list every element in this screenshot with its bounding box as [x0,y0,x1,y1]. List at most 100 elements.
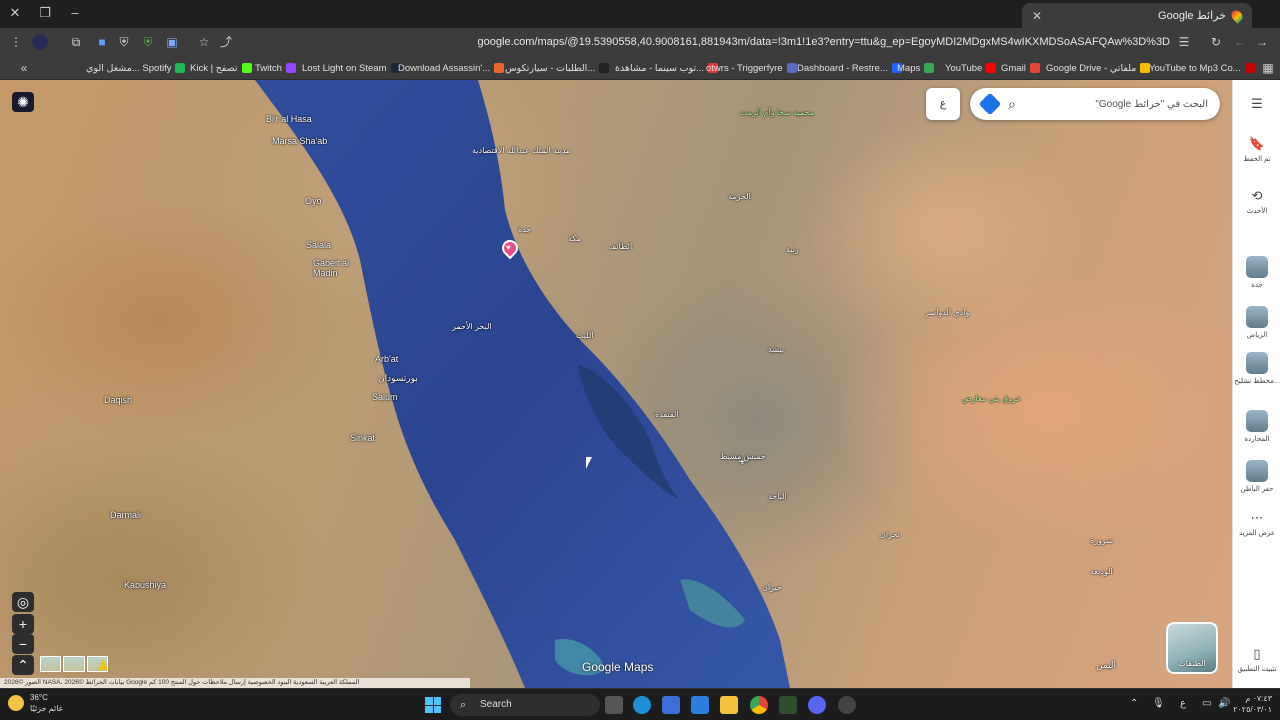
zoom-out-button[interactable]: − [12,634,34,654]
profile-icon[interactable] [32,34,48,50]
menu-icon[interactable]: ☰ [1233,96,1280,115]
place-label[interactable]: مدينة الملك عبدالله الاقتصادية [472,146,570,155]
place-label[interactable]: شرورة [1090,536,1113,545]
reload-icon[interactable]: ↻ [1208,34,1224,50]
app-2-icon[interactable] [838,696,856,714]
translate-icon[interactable]: ▣ [164,34,180,50]
bookmark-item[interactable]: Download Assassin'... [398,61,505,75]
place-label[interactable]: نجران [880,530,900,539]
search-icon[interactable]: ⌕ [1008,96,1016,113]
place-label[interactable]: Marsa Sha'ab [272,136,327,146]
zoom-in-button[interactable]: + [12,614,34,634]
my-location-icon[interactable]: ◎ [12,592,34,612]
app-icon[interactable] [779,696,797,714]
sidebar-item[interactable]: مخطط تشليح... [1233,352,1280,385]
place-label[interactable]: Salum [372,392,398,402]
close-icon[interactable]: ✕ [6,5,24,21]
place-label[interactable]: Oyo [305,196,322,206]
sidebar-item[interactable]: 🔖 تم الحفظ [1233,136,1280,163]
file-explorer-icon[interactable] [720,696,738,714]
bookmark-item[interactable]: Maps [897,61,935,75]
bookmark-item[interactable]: Kick | تصفح [190,61,252,75]
edge-icon[interactable] [633,696,651,714]
search-box[interactable]: البحث في "خرائط Google" ⌕ [970,88,1220,120]
back-icon[interactable]: ← [1232,34,1248,50]
extensions-icon[interactable]: ⧉ [68,34,84,50]
bookmark-item[interactable]: otwrs - Triggerfyre [706,61,797,75]
sidebar-item[interactable]: ▯ تثبيت التطبيق [1233,646,1280,673]
sidebar-item[interactable]: ⋯ عرض المزيد [1233,510,1280,537]
bookmark-item[interactable]: توب سينما - مشاهدة... [615,61,719,75]
place-label[interactable]: اليمن [1096,660,1116,671]
input-language[interactable]: ع [1180,698,1186,709]
address-bar[interactable]: google.com/maps/@19.5390558,40.9008161,8… [240,31,1200,53]
discord-icon[interactable] [808,696,826,714]
place-label[interactable]: القنفذة [655,410,679,419]
pegman-icon[interactable]: ♟ [92,655,114,675]
place-label[interactable]: Sinkat [350,433,375,443]
place-label[interactable]: محمية سجا وأم الرمث [740,108,814,117]
place-label[interactable]: الليث [576,331,594,340]
bookmark-item[interactable]: Google Drive - ملفاتي [1046,61,1151,75]
task-view-icon[interactable] [605,696,623,714]
app-logo-icon[interactable]: ✺ [12,92,34,112]
place-label[interactable]: Arb'at [375,354,398,364]
microphone-icon[interactable]: 🎙 [1152,698,1165,709]
language-button[interactable]: ع [926,88,960,120]
map-canvas[interactable]: البحث في "خرائط Google" ⌕ ع ♥ Bi'r al Ha… [0,80,1232,688]
place-label[interactable]: الطائف [608,242,632,251]
expand-icon[interactable]: ⌃ [12,655,34,675]
site-settings-icon[interactable]: ☰ [1176,34,1192,50]
place-label[interactable]: Kabushiya [124,580,166,590]
place-label[interactable]: عروق بني معارض [962,394,1021,403]
place-label[interactable]: الخرمة [728,192,751,201]
bookmark-item[interactable]: Dashboard - Restre... [797,61,902,75]
tab-maps[interactable]: خرائط Google ✕ [1022,3,1252,28]
place-label[interactable]: جدة [518,225,531,234]
bookmark-item[interactable]: Lost Light on Steam [302,61,401,75]
store-icon[interactable] [662,696,680,714]
place-label[interactable]: الباحة [768,492,787,501]
bookmark-item[interactable]: الطلبات - سيارتكوس... [505,61,610,75]
volume-icon[interactable]: 🔊 [1218,698,1230,709]
minimize-icon[interactable]: – [66,5,84,21]
sidebar-item[interactable]: حفر الباطن [1233,460,1280,493]
network-icon[interactable]: ▭ [1202,698,1211,709]
bookmark-item[interactable]: مشغل الوي... Spotify [86,61,186,75]
place-label[interactable]: جيزان [762,583,782,592]
sidebar-item[interactable]: الرياض [1233,306,1280,339]
clock[interactable]: ٠٧:٤٣ م ٢٠٢٥/٠٣/٠١ [1233,693,1272,715]
restore-icon[interactable]: ❐ [36,5,54,21]
place-label[interactable]: Salala [306,240,331,250]
place-label[interactable]: مكة [568,234,581,243]
sidebar-item[interactable]: ⟲ الأحدث [1233,188,1280,215]
shield-icon[interactable]: ⛨ [116,34,132,50]
search-input[interactable]: البحث في "خرائط Google" [1026,99,1208,110]
place-label[interactable]: بيشة [768,345,784,354]
place-label[interactable]: Daqish [104,395,132,405]
place-label[interactable]: الوديعة [1090,567,1113,576]
place-label[interactable]: بورتسودان [378,373,418,384]
place-label[interactable]: Madin [313,268,338,278]
bookmark-item[interactable]: YouTube [945,61,997,75]
menu-dots-icon[interactable]: ⋮ [8,34,24,50]
tab-close-icon[interactable]: ✕ [1032,9,1042,23]
collapse-icon[interactable]: « [16,60,32,76]
bookmark-item[interactable]: YouTube to Mp3 Co... [1149,61,1255,75]
photos-icon[interactable] [691,696,709,714]
sidebar-item[interactable]: المجاردة [1233,410,1280,443]
place-label[interactable]: Gabeit al [313,258,349,268]
layers-button[interactable]: الطبقات [1166,622,1218,674]
forward-icon[interactable]: → [1254,34,1270,50]
bookmark-item[interactable]: Twitch [255,61,296,75]
chrome-icon[interactable] [750,696,768,714]
place-label[interactable]: رنية [786,245,799,254]
place-label[interactable]: Darmali [110,510,141,520]
directions-icon[interactable] [978,92,1002,116]
place-label[interactable]: Bi'r al Hasa [266,114,312,124]
place-label[interactable]: خميس مشيط [720,452,766,461]
vpn-shield-icon[interactable]: ⛨ [140,34,156,50]
start-button[interactable] [425,697,441,713]
place-label[interactable]: وادي الدواسر [925,308,969,317]
taskbar-search[interactable]: ⌕ Search [450,694,600,716]
